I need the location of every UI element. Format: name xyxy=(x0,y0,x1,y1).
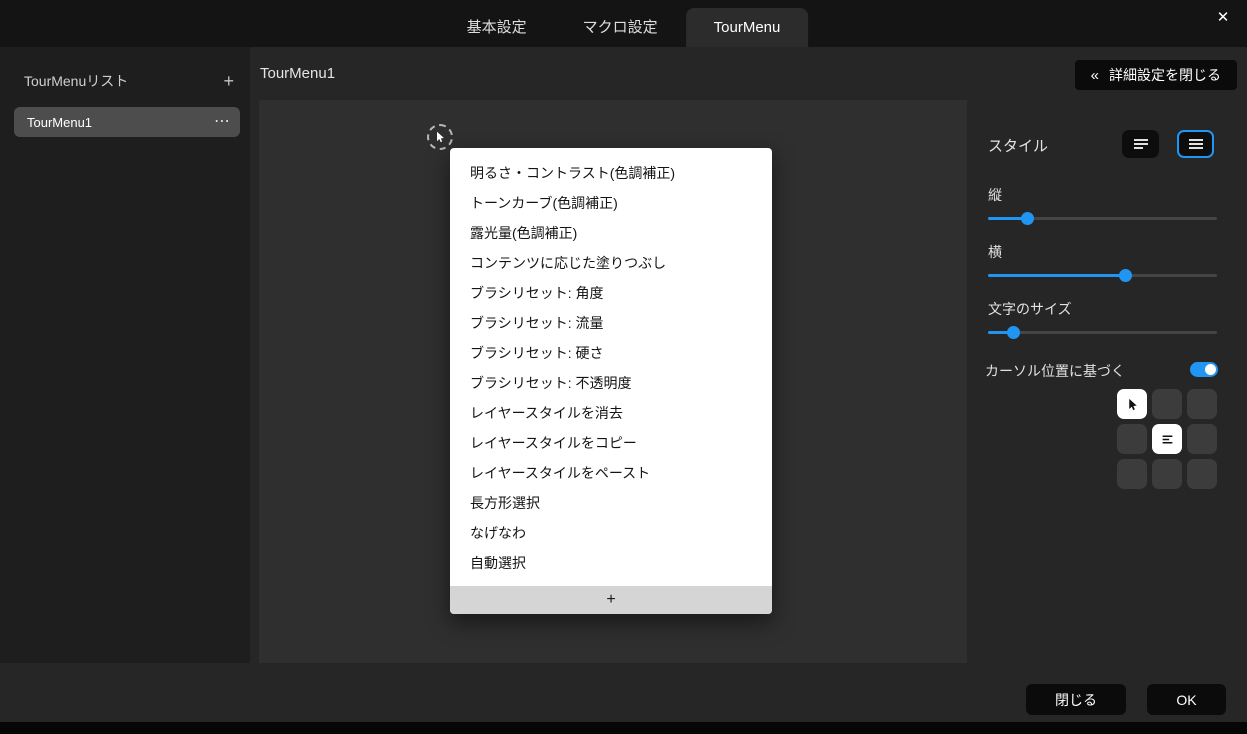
menu-item[interactable]: ブラシリセット: 不透明度 xyxy=(450,368,772,398)
add-tourmenu-button[interactable]: + xyxy=(223,72,234,90)
menu-item[interactable]: レイヤースタイルを消去 xyxy=(450,398,772,428)
compact-style-icon xyxy=(1188,139,1203,149)
menu-item[interactable]: レイヤースタイルをコピー xyxy=(450,428,772,458)
cursor-icon xyxy=(1128,398,1137,410)
menu-item[interactable]: 明るさ・コントラスト(色調補正) xyxy=(450,158,772,188)
style-label: スタイル xyxy=(988,138,1049,155)
menu-item[interactable]: ブラシリセット: 流量 xyxy=(450,308,772,338)
tourmenu-list-sidebar: TourMenuリスト + TourMenu1 ⋯ xyxy=(0,47,250,663)
bottom-strip xyxy=(0,722,1247,734)
collapse-button-label: 詳細設定を閉じる xyxy=(1109,67,1221,83)
horizontal-slider[interactable] xyxy=(988,268,1217,283)
more-options-icon[interactable]: ⋯ xyxy=(214,114,230,130)
style-list-button[interactable] xyxy=(1122,130,1159,158)
horizontal-slider-label: 横 xyxy=(988,244,1002,260)
cursor-icon xyxy=(437,131,444,143)
grid-cell-4[interactable] xyxy=(1152,424,1182,454)
menu-item[interactable]: 自動選択 xyxy=(450,548,772,578)
grid-cell-0[interactable] xyxy=(1117,389,1147,419)
close-advanced-settings-button[interactable]: « 詳細設定を閉じる xyxy=(1074,60,1237,90)
menu-item[interactable]: レイヤースタイルをペースト xyxy=(450,458,772,488)
menu-item[interactable]: ブラシリセット: 角度 xyxy=(450,278,772,308)
tab-basic-settings[interactable]: 基本設定 xyxy=(439,8,555,47)
grid-cell-1[interactable] xyxy=(1152,389,1182,419)
grid-cell-3[interactable] xyxy=(1117,424,1147,454)
cursor-position-toggle-label: カーソル位置に基づく xyxy=(985,363,1125,379)
position-grid xyxy=(1117,389,1217,489)
list-icon xyxy=(1162,435,1172,443)
cursor-toggle[interactable] xyxy=(1190,362,1218,377)
menu-add-item-button[interactable]: + xyxy=(450,586,772,614)
chevron-double-left-icon: « xyxy=(1090,66,1099,84)
page-title: TourMenu1 xyxy=(260,65,336,82)
tourmenu-preview: 明るさ・コントラスト(色調補正) トーンカーブ(色調補正) 露光量(色調補正) … xyxy=(450,148,772,614)
vertical-slider[interactable] xyxy=(988,211,1217,226)
grid-cell-6[interactable] xyxy=(1117,459,1147,489)
tab-macro-settings[interactable]: マクロ設定 xyxy=(555,8,686,47)
close-button[interactable]: 閉じる xyxy=(1026,684,1126,715)
menu-item[interactable]: 露光量(色調補正) xyxy=(450,218,772,248)
sidebar-header: TourMenuリスト + xyxy=(0,47,250,105)
cursor-position-badge xyxy=(427,124,453,150)
list-style-icon xyxy=(1133,139,1148,149)
tourmenu-item-list: 明るさ・コントラスト(色調補正) トーンカーブ(色調補正) 露光量(色調補正) … xyxy=(450,148,772,586)
menu-item[interactable]: ブラシリセット: 硬さ xyxy=(450,338,772,368)
grid-cell-5[interactable] xyxy=(1187,424,1217,454)
slider-thumb[interactable] xyxy=(1020,212,1034,225)
font-size-slider-label: 文字のサイズ xyxy=(988,301,1072,317)
slider-thumb[interactable] xyxy=(1007,326,1021,339)
grid-cell-8[interactable] xyxy=(1187,459,1217,489)
toggle-knob xyxy=(1205,364,1216,375)
menu-item[interactable]: コンテンツに応じた塗りつぶし xyxy=(450,248,772,278)
sidebar-item-tourmenu1[interactable]: TourMenu1 ⋯ xyxy=(14,107,240,137)
settings-window: 基本設定 マクロ設定 TourMenu ✕ TourMenuリスト + Tour… xyxy=(0,0,1247,734)
style-compact-button[interactable] xyxy=(1177,130,1214,158)
sidebar-title: TourMenuリスト xyxy=(24,73,129,89)
slider-fill xyxy=(988,274,1126,277)
tab-tourmenu[interactable]: TourMenu xyxy=(685,8,809,47)
close-icon[interactable]: ✕ xyxy=(1211,5,1235,29)
grid-cell-7[interactable] xyxy=(1152,459,1182,489)
menu-item[interactable]: 長方形選択 xyxy=(450,488,772,518)
slider-track xyxy=(988,331,1217,334)
vertical-slider-label: 縦 xyxy=(988,187,1002,203)
menu-item[interactable]: なげなわ xyxy=(450,518,772,548)
titlebar: 基本設定 マクロ設定 TourMenu ✕ xyxy=(0,0,1247,47)
font-size-slider[interactable] xyxy=(988,325,1217,340)
ok-button[interactable]: OK xyxy=(1147,684,1226,715)
menu-item[interactable]: トーンカーブ(色調補正) xyxy=(450,188,772,218)
sidebar-item-label: TourMenu1 xyxy=(27,114,93,130)
grid-cell-2[interactable] xyxy=(1187,389,1217,419)
tab-bar: 基本設定 マクロ設定 TourMenu xyxy=(439,0,809,47)
slider-thumb[interactable] xyxy=(1119,269,1133,282)
